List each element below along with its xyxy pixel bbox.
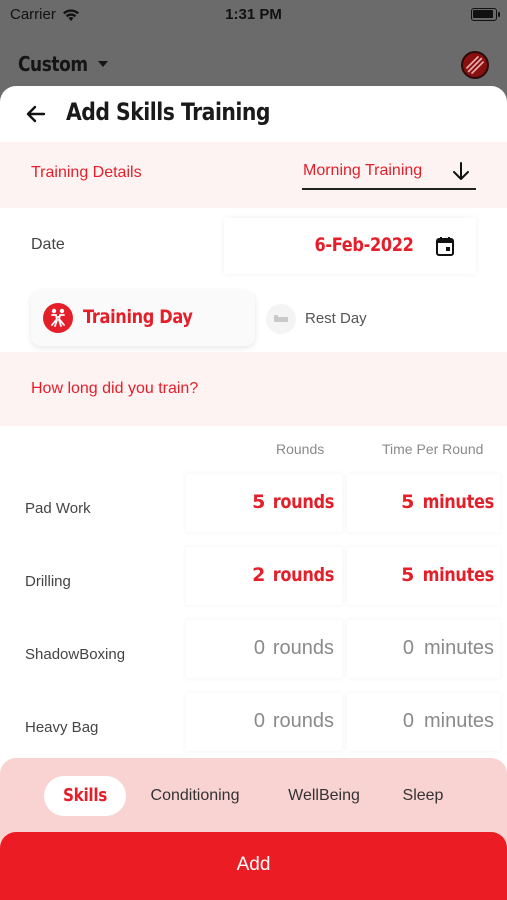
tab-label: Sleep: [402, 787, 444, 804]
sheet-header: Add Skills Training: [0, 86, 507, 142]
rounds-column-header: Rounds: [276, 441, 325, 457]
minutes-input[interactable]: 0 minutes: [347, 693, 500, 751]
column-headers: Rounds Time Per Round: [0, 426, 507, 470]
exercise-name: Drilling: [25, 573, 71, 590]
rounds-unit: rounds: [272, 710, 334, 732]
training-details-row: Training Details Morning Training: [0, 142, 507, 208]
rounds-input[interactable]: 5 rounds: [186, 474, 342, 532]
profile-selector-label[interactable]: Custom: [18, 52, 88, 76]
training-day-label: Training Day: [83, 306, 193, 328]
minutes-unit: minutes: [422, 491, 495, 513]
tab-label: Skills: [62, 785, 107, 806]
minutes-unit: minutes: [423, 710, 494, 732]
minutes-unit: minutes: [422, 564, 495, 586]
tab-skills[interactable]: Skills: [44, 776, 126, 816]
tab-label: Conditioning: [150, 787, 240, 804]
duration-prompt: How long did you train?: [31, 380, 199, 397]
app-logo-icon[interactable]: [461, 51, 489, 79]
exercise-row-heavy-bag: Heavy Bag 0 rounds 0 minutes: [0, 689, 507, 762]
day-type-row: Training Day Rest Day: [0, 284, 507, 352]
training-details-label: Training Details: [31, 164, 142, 181]
minutes-value: 0: [402, 710, 414, 732]
duration-prompt-row: How long did you train?: [0, 352, 507, 426]
exercise-row-drilling: Drilling 2 rounds 5 minutes: [0, 543, 507, 616]
status-bar: Carrier 1:31 PM: [0, 0, 507, 30]
exercise-name: Pad Work: [25, 500, 91, 517]
add-button-label: Add: [236, 854, 271, 875]
tab-sleep[interactable]: Sleep: [392, 776, 454, 816]
tab-wellbeing[interactable]: WellBeing: [278, 776, 370, 816]
date-picker[interactable]: 6-Feb-2022: [224, 218, 476, 274]
battery-icon: [471, 8, 500, 21]
date-label: Date: [31, 236, 65, 253]
minutes-value: 5: [401, 491, 414, 513]
back-arrow-icon[interactable]: [22, 100, 50, 128]
rest-day-label: Rest Day: [305, 310, 367, 327]
time-per-round-column-header: Time Per Round: [382, 441, 484, 457]
session-dropdown[interactable]: Morning Training: [302, 158, 476, 190]
exercise-name: ShadowBoxing: [25, 646, 126, 663]
rounds-input[interactable]: 0 rounds: [186, 693, 342, 751]
exercise-row-shadowboxing: ShadowBoxing 0 rounds 0 minutes: [0, 616, 507, 689]
calendar-icon: [436, 237, 454, 256]
rounds-unit: rounds: [272, 564, 335, 586]
minutes-value: 5: [401, 564, 414, 586]
rounds-value: 2: [252, 564, 265, 586]
date-row: Date 6-Feb-2022: [0, 208, 507, 284]
date-value: 6-Feb-2022: [314, 234, 414, 256]
chevron-down-icon[interactable]: [98, 61, 108, 67]
rounds-value: 0: [253, 637, 265, 659]
tab-conditioning[interactable]: Conditioning: [140, 776, 250, 816]
clock: 1:31 PM: [225, 6, 282, 23]
background-header: Custom: [0, 42, 507, 86]
rounds-unit: rounds: [272, 637, 334, 659]
exercise-row-pad-work: Pad Work 5 rounds 5 minutes: [0, 470, 507, 543]
tab-label: WellBeing: [288, 787, 360, 804]
rounds-unit: rounds: [272, 491, 335, 513]
minutes-input[interactable]: 0 minutes: [347, 620, 500, 678]
page-title: Add Skills Training: [66, 98, 271, 126]
rounds-value: 5: [252, 491, 265, 513]
minutes-value: 0: [402, 637, 414, 659]
rounds-value: 0: [253, 710, 265, 732]
minutes-unit: minutes: [423, 637, 494, 659]
exercise-name: Heavy Bag: [25, 719, 99, 736]
bed-icon: [266, 304, 296, 334]
training-day-button[interactable]: Training Day: [31, 290, 255, 346]
rounds-input[interactable]: 0 rounds: [186, 620, 342, 678]
minutes-input[interactable]: 5 minutes: [347, 547, 500, 605]
session-dropdown-value: Morning Training: [303, 162, 423, 179]
rounds-input[interactable]: 2 rounds: [186, 547, 342, 605]
training-day-icon: [43, 303, 73, 333]
minutes-input[interactable]: 5 minutes: [347, 474, 500, 532]
add-button[interactable]: Add: [0, 832, 507, 900]
arrow-down-icon: [453, 162, 469, 180]
rest-day-button[interactable]: Rest Day: [266, 304, 426, 334]
